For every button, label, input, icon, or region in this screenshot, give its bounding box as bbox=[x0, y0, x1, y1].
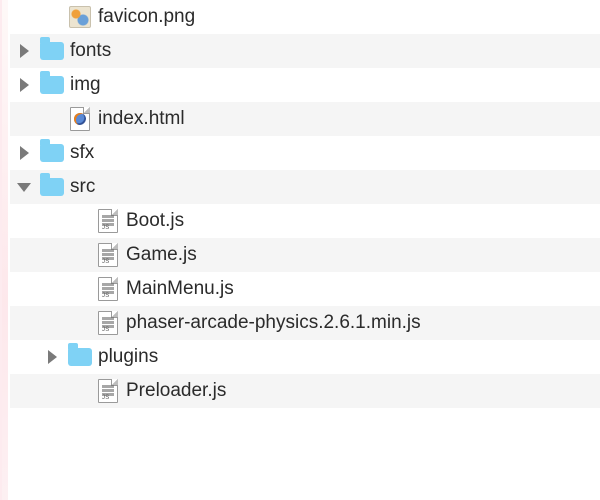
row-label: index.html bbox=[94, 108, 185, 130]
folder-icon bbox=[68, 348, 92, 366]
disclosure-cell[interactable] bbox=[10, 68, 38, 102]
row-label: phaser-arcade-physics.2.6.1.min.js bbox=[122, 312, 421, 334]
file-tree[interactable]: favicon.pngfontsimgindex.htmlsfxsrcJSBoo… bbox=[10, 0, 600, 500]
row-icon-cell: JS bbox=[94, 238, 122, 272]
disclosure-cell bbox=[66, 272, 94, 306]
tree-row[interactable]: fonts bbox=[10, 34, 600, 68]
disclosure-cell[interactable] bbox=[10, 136, 38, 170]
row-icon-cell: JS bbox=[94, 306, 122, 340]
row-icon-cell: JS bbox=[94, 204, 122, 238]
disclosure-cell bbox=[66, 306, 94, 340]
folder-icon bbox=[40, 42, 64, 60]
row-label: favicon.png bbox=[94, 6, 195, 28]
indent bbox=[10, 255, 66, 256]
chevron-right-icon bbox=[48, 350, 57, 364]
row-label: sfx bbox=[66, 142, 94, 164]
folder-icon bbox=[40, 76, 64, 94]
row-label: Preloader.js bbox=[122, 380, 226, 402]
disclosure-cell[interactable] bbox=[10, 170, 38, 204]
row-icon-cell bbox=[38, 68, 66, 102]
row-label: Game.js bbox=[122, 244, 197, 266]
tree-row[interactable]: favicon.png bbox=[10, 0, 600, 34]
row-label: src bbox=[66, 176, 95, 198]
indent bbox=[10, 289, 66, 290]
folder-icon bbox=[40, 178, 64, 196]
row-label: plugins bbox=[94, 346, 158, 368]
chevron-down-icon bbox=[17, 183, 31, 192]
row-icon-cell bbox=[38, 170, 66, 204]
tree-row[interactable]: index.html bbox=[10, 102, 600, 136]
chevron-right-icon bbox=[20, 146, 29, 160]
indent bbox=[10, 119, 38, 120]
indent bbox=[10, 17, 38, 18]
chevron-right-icon bbox=[20, 78, 29, 92]
folder-icon bbox=[40, 144, 64, 162]
disclosure-cell bbox=[38, 102, 66, 136]
indent bbox=[10, 357, 38, 358]
chevron-right-icon bbox=[20, 44, 29, 58]
indent bbox=[10, 221, 66, 222]
disclosure-cell bbox=[66, 238, 94, 272]
tree-row[interactable]: img bbox=[10, 68, 600, 102]
indent bbox=[10, 323, 66, 324]
disclosure-cell[interactable] bbox=[10, 34, 38, 68]
row-icon-cell bbox=[38, 34, 66, 68]
tree-row[interactable]: JSMainMenu.js bbox=[10, 272, 600, 306]
js-file-icon: JS bbox=[98, 379, 118, 403]
js-file-icon: JS bbox=[98, 311, 118, 335]
js-file-icon: JS bbox=[98, 209, 118, 233]
tree-row[interactable]: JSGame.js bbox=[10, 238, 600, 272]
row-icon-cell: JS bbox=[94, 374, 122, 408]
tree-row[interactable]: JSphaser-arcade-physics.2.6.1.min.js bbox=[10, 306, 600, 340]
tree-row[interactable]: sfx bbox=[10, 136, 600, 170]
row-icon-cell: JS bbox=[94, 272, 122, 306]
row-label: img bbox=[66, 74, 101, 96]
file-tree-panel: favicon.pngfontsimgindex.htmlsfxsrcJSBoo… bbox=[0, 0, 600, 500]
disclosure-cell bbox=[66, 204, 94, 238]
tree-row[interactable]: plugins bbox=[10, 340, 600, 374]
row-label: fonts bbox=[66, 40, 111, 62]
indent bbox=[10, 391, 66, 392]
disclosure-cell bbox=[66, 374, 94, 408]
row-icon-cell bbox=[66, 102, 94, 136]
row-label: MainMenu.js bbox=[122, 278, 234, 300]
row-icon-cell bbox=[66, 340, 94, 374]
js-file-icon: JS bbox=[98, 277, 118, 301]
row-label: Boot.js bbox=[122, 210, 184, 232]
row-icon-cell bbox=[38, 136, 66, 170]
image-file-icon bbox=[69, 6, 91, 28]
panel-accent-strip bbox=[2, 0, 8, 500]
html-file-icon bbox=[70, 107, 90, 131]
row-icon-cell bbox=[66, 0, 94, 34]
disclosure-cell[interactable] bbox=[38, 340, 66, 374]
tree-row[interactable]: JSBoot.js bbox=[10, 204, 600, 238]
disclosure-cell bbox=[38, 0, 66, 34]
tree-row[interactable]: JSPreloader.js bbox=[10, 374, 600, 408]
tree-row[interactable]: src bbox=[10, 170, 600, 204]
js-file-icon: JS bbox=[98, 243, 118, 267]
